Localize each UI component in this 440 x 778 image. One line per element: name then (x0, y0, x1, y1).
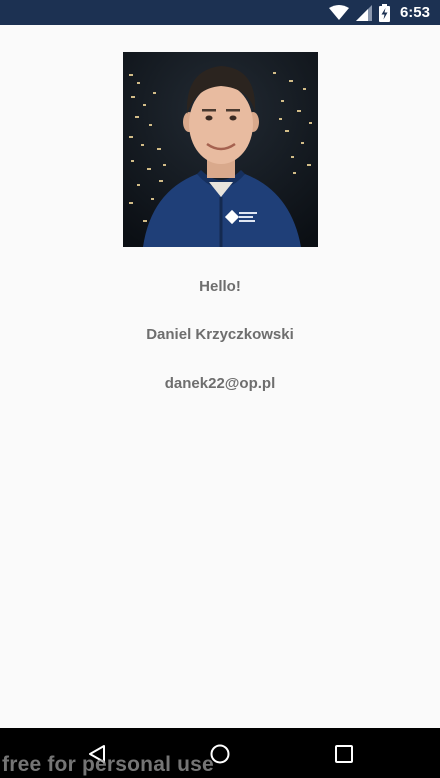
watermark-text: free for personal use (2, 753, 214, 776)
wifi-icon (328, 4, 349, 21)
status-bar: 6:53 (0, 0, 440, 25)
status-time: 6:53 (399, 4, 430, 21)
recents-icon (335, 745, 353, 763)
recents-button[interactable] (332, 742, 356, 766)
user-name: Daniel Krzyczkowski (146, 326, 294, 343)
user-email: danek22@op.pl (164, 375, 276, 392)
profile-photo (123, 52, 318, 247)
status-icons: 6:53 (328, 0, 430, 25)
signal-icon (355, 4, 372, 21)
greeting-text: Hello! (199, 278, 241, 295)
battery-charging-icon (378, 3, 390, 22)
